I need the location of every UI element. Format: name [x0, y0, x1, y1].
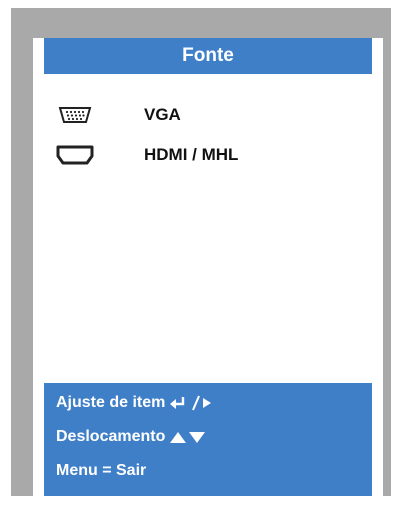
help-menu-exit-label: Menu = Sair [56, 462, 147, 479]
source-menu-panel: Fonte VGA HDMI / MHL Ajuste de item Desl… [33, 38, 383, 496]
help-scroll: Deslocamento [56, 422, 207, 452]
source-item-hdmi-mhl[interactable]: HDMI / MHL [33, 140, 373, 170]
osd-frame: Fonte VGA HDMI / MHL Ajuste de item Desl… [11, 8, 391, 496]
help-bar: Ajuste de item Deslocamento Menu = Sair [44, 383, 372, 496]
hdmi-port-icon [55, 140, 95, 170]
help-scroll-label: Deslocamento [56, 428, 166, 445]
menu-title: Fonte [44, 38, 372, 74]
help-adjust-label: Ajuste de item [56, 394, 166, 411]
source-item-vga[interactable]: VGA [33, 100, 373, 130]
up-down-arrows-icon [169, 430, 207, 444]
help-adjust-item: Ajuste de item [56, 388, 213, 418]
enter-right-icon [169, 395, 213, 411]
source-item-label: VGA [144, 105, 181, 124]
vga-port-icon [55, 100, 95, 130]
source-item-label: HDMI / MHL [144, 145, 239, 164]
help-menu-exit: Menu = Sair [56, 456, 146, 486]
